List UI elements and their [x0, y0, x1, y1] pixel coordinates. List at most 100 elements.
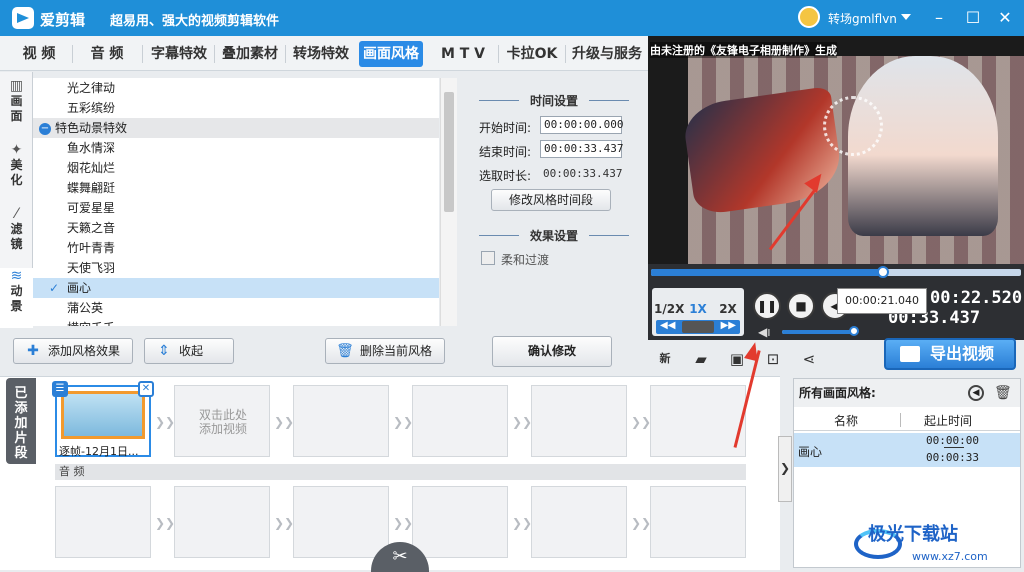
panel-expand-button[interactable]: ❯ [778, 436, 792, 502]
list-item[interactable]: 烟花灿烂 [33, 158, 439, 178]
added-clips-tab[interactable]: 已添加片段 [6, 378, 36, 464]
empty-video-slot[interactable] [650, 385, 746, 457]
avatar[interactable] [798, 6, 820, 28]
clip-menu-icon[interactable]: ☰ [52, 381, 68, 397]
tab-transition[interactable]: 转场特效 [288, 41, 354, 67]
end-time-field[interactable]: 00:00:33.437 [540, 140, 623, 158]
saveas-icon[interactable]: ⊡ [764, 350, 782, 368]
style-list-row[interactable]: 画心 00:00:00 00:00:33 [794, 433, 1020, 467]
list-item[interactable]: 蒲公英 [33, 298, 439, 318]
back-icon[interactable]: ◀ [968, 385, 984, 401]
arrow-icon: ❯❯ [274, 516, 295, 530]
list-category[interactable]: − 特色动景特效 [33, 118, 439, 138]
side-tab-motion[interactable]: ≋ 动 景 [0, 268, 33, 328]
wave-icon: ≋ [10, 268, 23, 284]
clip-thumbnail[interactable]: 逐帧-12月1日... [55, 385, 151, 458]
tab-overlay[interactable]: 叠加素材 [217, 41, 283, 67]
progress-knob[interactable] [877, 266, 890, 278]
list-item[interactable]: 可爱星星 [33, 198, 439, 218]
pause-button[interactable]: ❚❚ [753, 292, 781, 320]
tab-karaoke[interactable]: 卡拉OK [502, 41, 562, 67]
volume-fill [782, 330, 855, 334]
share-icon[interactable]: ⋖ [800, 350, 818, 368]
fast-forward-icon[interactable]: ▶▶ [721, 320, 736, 331]
col-time: 起止时间 [924, 414, 973, 428]
scroll-thumb[interactable] [444, 92, 454, 212]
chevron-down-icon[interactable] [901, 14, 911, 20]
video-preview[interactable]: 由未注册的《友锋电子相册制作》生成 [648, 36, 1024, 264]
list-item[interactable]: 天使飞羽 [33, 258, 439, 278]
minimize-icon[interactable]: – [927, 6, 951, 30]
user-name[interactable]: 转场gmlflvn [828, 10, 897, 27]
rewind-icon[interactable]: ◀◀ [660, 320, 675, 331]
volume-icon[interactable]: ◀ı [758, 325, 771, 339]
list-item-selected[interactable]: ✓ 画心 [33, 278, 439, 298]
collapse-icon[interactable]: − [39, 122, 51, 135]
side-tab-filter[interactable]: ⁄ 滤 镜 [0, 206, 33, 266]
export-video-button[interactable]: 导出视频 [884, 338, 1016, 370]
list-item[interactable]: 天籁之音 [33, 218, 439, 238]
confirm-button[interactable]: 确认修改 [492, 336, 612, 367]
stop-button[interactable]: ■ [787, 292, 815, 320]
new-icon[interactable]: 新 [656, 350, 674, 368]
side-tab-label: 动 景 [10, 284, 23, 313]
progress-bar[interactable] [648, 264, 1024, 282]
side-tab-label: 滤 镜 [10, 222, 23, 251]
arrow-icon: ❯❯ [631, 415, 652, 429]
empty-video-slot[interactable] [412, 385, 508, 457]
start-time-field[interactable]: 00:00:00.000 [540, 116, 623, 134]
empty-video-slot[interactable]: 双击此处 添加视频 [174, 385, 270, 457]
jog-shuttle[interactable]: ◀◀ ▶▶ [656, 320, 740, 334]
effect-settings-header: 效果设置 [461, 227, 647, 244]
empty-audio-slot[interactable] [412, 486, 508, 558]
empty-video-slot[interactable] [293, 385, 389, 457]
site-watermark-url: www.xz7.com [912, 550, 988, 563]
close-icon[interactable]: ✕ [993, 6, 1017, 30]
speed-box: 1/2X 1X 2X ◀◀ ▶▶ [652, 288, 744, 336]
empty-audio-slot[interactable] [55, 486, 151, 558]
tab-mtv[interactable]: M T V [432, 41, 494, 67]
clip-delete-icon[interactable]: ✕ [138, 381, 154, 397]
trash-icon[interactable]: 🗑 [994, 385, 1012, 401]
tab-subtitle[interactable]: 字幕特效 [146, 41, 212, 67]
empty-audio-slot[interactable] [650, 486, 746, 558]
maximize-icon[interactable]: ☐ [961, 6, 985, 30]
speed-2x-button[interactable]: 2X [714, 298, 742, 320]
empty-audio-slot[interactable] [531, 486, 627, 558]
soft-transition-checkbox[interactable] [481, 251, 495, 265]
export-icon [900, 346, 920, 362]
jog-wheel[interactable] [682, 321, 714, 333]
empty-audio-slot[interactable] [174, 486, 270, 558]
speed-half-button[interactable]: 1/2X [654, 298, 684, 320]
delete-style-button[interactable]: 🗑 删除当前风格 [325, 338, 445, 364]
list-item[interactable]: 蝶舞翩跹 [33, 178, 439, 198]
add-style-button[interactable]: ✚ 添加风格效果 [13, 338, 133, 364]
film-icon: ▥ [9, 78, 24, 94]
list-item[interactable]: 竹叶青青 [33, 238, 439, 258]
list-item[interactable]: 五彩缤纷 [33, 98, 439, 118]
list-scrollbar[interactable] [440, 78, 457, 326]
style-list-title: 所有画面风格: [794, 379, 1020, 407]
arrow-icon: ❯❯ [274, 415, 295, 429]
speed-1x-button[interactable]: 1X [684, 298, 712, 320]
collapse-button[interactable]: ⇕ 收起 [144, 338, 234, 364]
volume-slider[interactable] [782, 326, 860, 336]
settings-panel: 时间设置 开始时间: 00:00:00.000 结束时间: 00:00:33.4… [461, 78, 647, 330]
start-time-label: 开始时间: [479, 121, 532, 135]
chevron-right-icon: ❯ [779, 461, 791, 475]
list-item[interactable]: 光之律动 [33, 78, 439, 98]
tab-audio[interactable]: 音 频 [76, 41, 138, 67]
tab-upgrade[interactable]: 升级与服务 [568, 41, 646, 67]
side-tab-beautify[interactable]: ✦ 美 化 [0, 142, 33, 202]
tab-video[interactable]: 视 频 [8, 41, 70, 67]
folder-icon[interactable]: ▰ [692, 350, 710, 368]
tab-picture-style[interactable]: 画面风格 [359, 41, 423, 67]
list-item[interactable]: 横空千千 [33, 318, 439, 326]
empty-video-slot[interactable] [531, 385, 627, 457]
save-icon[interactable]: ▣ [728, 350, 746, 368]
side-tab-picture[interactable]: ▥ 画 面 [0, 78, 33, 138]
list-item[interactable]: 鱼水情深 [33, 138, 439, 158]
progress-track[interactable] [651, 266, 1021, 278]
empty-audio-slot[interactable] [293, 486, 389, 558]
modify-time-button[interactable]: 修改风格时间段 [491, 189, 611, 211]
